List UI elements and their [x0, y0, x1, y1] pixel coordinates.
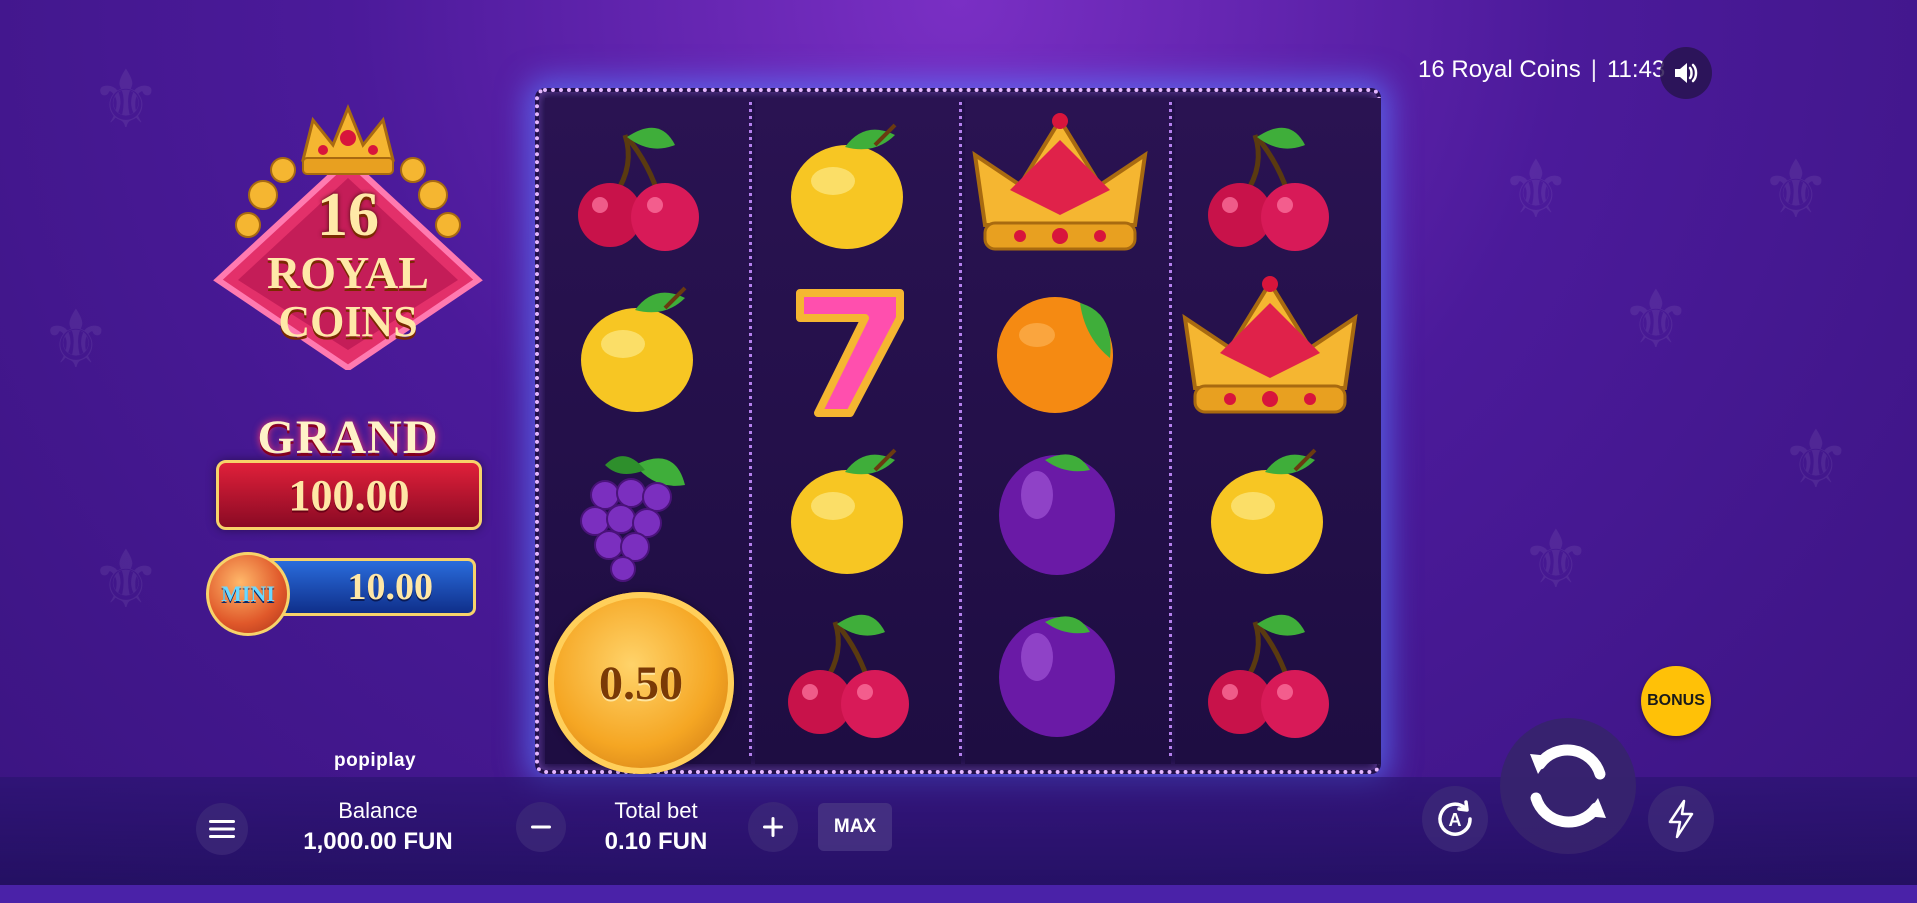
total-bet-label: Total bet	[614, 798, 698, 823]
total-bet-display: Total bet 0.10 FUN	[580, 798, 732, 856]
turbo-button[interactable]	[1648, 786, 1714, 852]
mini-jackpot-label: MINI	[221, 581, 275, 606]
grand-jackpot-label: GRAND	[257, 411, 439, 464]
lemon-symbol	[755, 105, 945, 265]
mini-jackpot: 10.00 MINI	[206, 552, 482, 636]
clock: 11:43	[1606, 56, 1666, 83]
seven-symbol	[755, 268, 945, 428]
mini-jackpot-badge: MINI	[206, 552, 290, 636]
logo-line1: ROYAL	[267, 247, 429, 298]
menu-button[interactable]	[196, 803, 248, 855]
hamburger-menu-icon	[209, 820, 235, 838]
autoplay-button[interactable]: A	[1422, 786, 1488, 852]
balance-value: 1,000.00 FUN	[303, 828, 453, 855]
svg-text:A: A	[1449, 810, 1462, 830]
fleur-de-lis-icon: ⚜	[90, 53, 162, 146]
cherry-symbol	[755, 592, 945, 752]
logo-line2: COINS	[278, 297, 418, 346]
decrease-bet-button[interactable]	[516, 802, 566, 852]
fleur-de-lis-icon: ⚜	[1780, 413, 1852, 506]
separator: |	[1590, 56, 1597, 83]
total-bet-value: 0.10 FUN	[604, 828, 708, 855]
crown-symbol	[965, 105, 1155, 265]
grand-jackpot-box: 100.00	[216, 460, 482, 530]
lemon-symbol	[545, 268, 735, 428]
fleur-de-lis-icon: ⚜	[40, 293, 112, 386]
logo-number: 16	[317, 181, 379, 249]
game-info: 16 Royal Coins | 11:43	[1418, 56, 1665, 84]
grapes-symbol	[545, 430, 735, 590]
cherry-symbol	[1175, 105, 1365, 265]
lemon-symbol	[1175, 430, 1365, 590]
max-bet-button[interactable]: MAX	[818, 803, 892, 851]
balance-label: Balance	[338, 798, 418, 823]
plus-icon	[763, 817, 783, 837]
game-logo: 16 ROYAL COINS	[208, 100, 488, 372]
balance-display: Balance 1,000.00 FUN	[290, 798, 466, 856]
fleur-de-lis-icon: ⚜	[1500, 143, 1572, 236]
game-title: 16 Royal Coins	[1418, 56, 1581, 83]
fleur-de-lis-icon: ⚜	[1760, 143, 1832, 236]
fleur-de-lis-icon: ⚜	[90, 533, 162, 626]
autoplay-icon: A	[1438, 800, 1472, 836]
cherry-symbol	[545, 105, 735, 265]
minus-icon	[531, 825, 551, 829]
orange-symbol	[965, 268, 1155, 428]
lemon-symbol	[755, 430, 945, 590]
plum-symbol	[965, 592, 1155, 752]
increase-bet-button[interactable]	[748, 802, 798, 852]
grand-jackpot: GRAND 100.00	[216, 410, 482, 530]
fleur-de-lis-icon: ⚜	[1520, 513, 1592, 606]
spin-button[interactable]	[1500, 718, 1636, 854]
sound-button[interactable]	[1660, 47, 1712, 99]
plum-symbol	[965, 430, 1155, 590]
spin-icon	[1530, 744, 1606, 828]
fleur-de-lis-icon: ⚜	[1620, 273, 1692, 366]
cherry-symbol	[1175, 592, 1365, 752]
provider-logo: popiplay	[334, 750, 417, 771]
lightning-icon	[1668, 799, 1694, 839]
reel-divider	[959, 102, 962, 758]
reel-divider	[749, 102, 752, 758]
reel-divider	[1169, 102, 1172, 758]
coin-value: 0.50	[599, 656, 683, 710]
speaker-icon	[1675, 63, 1698, 83]
grand-jackpot-value: 100.00	[288, 470, 410, 520]
bonus-button[interactable]: BONUS	[1641, 666, 1711, 736]
bottom-strip	[0, 885, 1917, 903]
mini-jackpot-value: 10.00	[347, 566, 434, 608]
coin-symbol: 0.50	[548, 592, 734, 774]
crown-symbol	[1175, 268, 1365, 428]
